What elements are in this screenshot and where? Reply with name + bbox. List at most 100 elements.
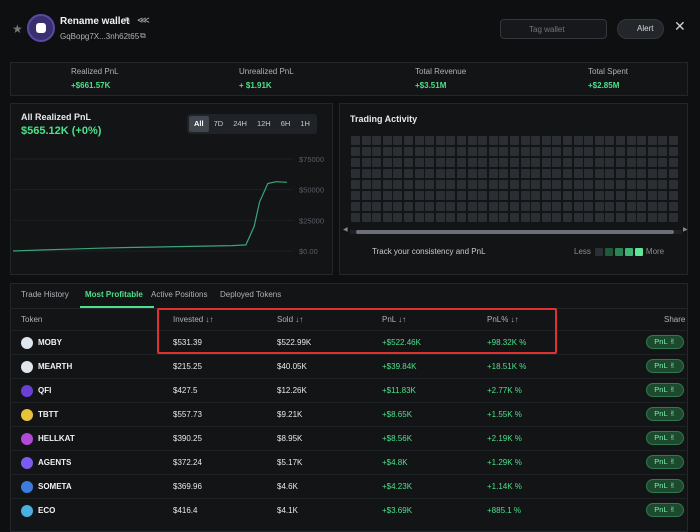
heatmap-cell[interactable]	[520, 202, 530, 211]
token-name[interactable]: HELLKAT	[38, 434, 75, 443]
heatmap-cell[interactable]	[425, 136, 435, 145]
heatmap-cell[interactable]	[414, 180, 424, 189]
heatmap-cell[interactable]	[669, 213, 678, 222]
heatmap-cell[interactable]	[520, 213, 530, 222]
heatmap-cell[interactable]	[510, 180, 519, 189]
heatmap-cell[interactable]	[457, 147, 466, 156]
heatmap-cell[interactable]	[351, 169, 360, 178]
activity-scrollbar[interactable]	[350, 230, 682, 234]
heatmap-cell[interactable]	[414, 191, 424, 200]
table-row[interactable]: ECO $416.4 $4.1K +$3.69K +885.1 % PnL ✌	[11, 498, 687, 522]
heatmap-cell[interactable]	[435, 191, 445, 200]
heatmap-cell[interactable]	[669, 169, 678, 178]
heatmap-cell[interactable]	[372, 158, 382, 167]
heatmap-cell[interactable]	[616, 136, 625, 145]
heatmap-cell[interactable]	[510, 158, 519, 167]
heatmap-cell[interactable]	[573, 180, 583, 189]
heatmap-cell[interactable]	[510, 191, 519, 200]
heatmap-cell[interactable]	[372, 213, 382, 222]
heatmap-cell[interactable]	[446, 147, 456, 156]
heatmap-cell[interactable]	[647, 191, 657, 200]
heatmap-cell[interactable]	[594, 158, 604, 167]
heatmap-cell[interactable]	[541, 180, 551, 189]
heatmap-cell[interactable]	[351, 202, 360, 211]
token-name[interactable]: MEARTH	[38, 362, 72, 371]
heatmap-cell[interactable]	[594, 180, 604, 189]
heatmap-cell[interactable]	[647, 169, 657, 178]
heatmap-cell[interactable]	[393, 147, 403, 156]
heatmap-cell[interactable]	[351, 147, 360, 156]
heatmap-cell[interactable]	[372, 169, 382, 178]
heatmap-cell[interactable]	[510, 213, 519, 222]
share-pnl-button[interactable]: PnL ✌	[646, 479, 684, 493]
heatmap-cell[interactable]	[446, 213, 456, 222]
heatmap-cell[interactable]	[563, 180, 572, 189]
tab-trade-history[interactable]: Trade History	[21, 290, 69, 299]
heatmap-cell[interactable]	[467, 213, 477, 222]
heatmap-cell[interactable]	[382, 158, 392, 167]
heatmap-cell[interactable]	[382, 136, 392, 145]
heatmap-cell[interactable]	[647, 147, 657, 156]
heatmap-cell[interactable]	[488, 191, 498, 200]
heatmap-cell[interactable]	[605, 169, 615, 178]
heatmap-cell[interactable]	[552, 169, 562, 178]
table-row[interactable]: HELLKAT $390.25 $8.95K +$8.56K +2.19K % PnL ✌	[11, 426, 687, 450]
share-pnl-button[interactable]: PnL ✌	[646, 407, 684, 421]
heatmap-cell[interactable]	[351, 158, 360, 167]
tag-wallet-input[interactable]	[500, 19, 607, 39]
heatmap-cell[interactable]	[626, 147, 636, 156]
heatmap-cell[interactable]	[382, 147, 392, 156]
heatmap-cell[interactable]	[563, 136, 572, 145]
heatmap-cell[interactable]	[478, 158, 488, 167]
heatmap-cell[interactable]	[393, 158, 403, 167]
heatmap-cell[interactable]	[457, 169, 466, 178]
heatmap-cell[interactable]	[616, 213, 625, 222]
heatmap-cell[interactable]	[393, 180, 403, 189]
heatmap-cell[interactable]	[637, 147, 647, 156]
heatmap-cell[interactable]	[446, 169, 456, 178]
heatmap-cell[interactable]	[637, 169, 647, 178]
heatmap-cell[interactable]	[541, 202, 551, 211]
heatmap-cell[interactable]	[414, 213, 424, 222]
heatmap-cell[interactable]	[616, 169, 625, 178]
heatmap-cell[interactable]	[552, 180, 562, 189]
heatmap-cell[interactable]	[584, 147, 594, 156]
heatmap-cell[interactable]	[361, 158, 371, 167]
heatmap-cell[interactable]	[647, 180, 657, 189]
heatmap-cell[interactable]	[647, 136, 657, 145]
share-pnl-button[interactable]: PnL ✌	[646, 359, 684, 373]
heatmap-cell[interactable]	[488, 202, 498, 211]
heatmap-cell[interactable]	[658, 136, 668, 145]
heatmap-cell[interactable]	[658, 169, 668, 178]
heatmap-cell[interactable]	[594, 202, 604, 211]
heatmap-cell[interactable]	[499, 169, 509, 178]
heatmap-cell[interactable]	[520, 191, 530, 200]
heatmap-cell[interactable]	[457, 213, 466, 222]
heatmap-cell[interactable]	[467, 158, 477, 167]
heatmap-cell[interactable]	[531, 147, 541, 156]
close-icon[interactable]: ✕	[674, 18, 686, 35]
heatmap-cell[interactable]	[616, 158, 625, 167]
tab-deployed-tokens[interactable]: Deployed Tokens	[220, 290, 281, 299]
heatmap-cell[interactable]	[414, 147, 424, 156]
heatmap-cell[interactable]	[499, 136, 509, 145]
heatmap-cell[interactable]	[563, 158, 572, 167]
heatmap-cell[interactable]	[435, 213, 445, 222]
heatmap-cell[interactable]	[573, 136, 583, 145]
heatmap-cell[interactable]	[499, 180, 509, 189]
share-pnl-button[interactable]: PnL ✌	[646, 383, 684, 397]
heatmap-cell[interactable]	[361, 202, 371, 211]
scroll-right-icon[interactable]: ▶	[683, 226, 688, 233]
heatmap-cell[interactable]	[488, 147, 498, 156]
heatmap-cell[interactable]	[351, 213, 360, 222]
heatmap-cell[interactable]	[404, 202, 413, 211]
heatmap-cell[interactable]	[435, 180, 445, 189]
token-name[interactable]: TBTT	[38, 410, 58, 419]
heatmap-cell[interactable]	[414, 136, 424, 145]
heatmap-cell[interactable]	[425, 180, 435, 189]
heatmap-cell[interactable]	[499, 213, 509, 222]
heatmap-cell[interactable]	[393, 169, 403, 178]
heatmap-cell[interactable]	[404, 169, 413, 178]
heatmap-cell[interactable]	[520, 180, 530, 189]
heatmap-cell[interactable]	[361, 136, 371, 145]
